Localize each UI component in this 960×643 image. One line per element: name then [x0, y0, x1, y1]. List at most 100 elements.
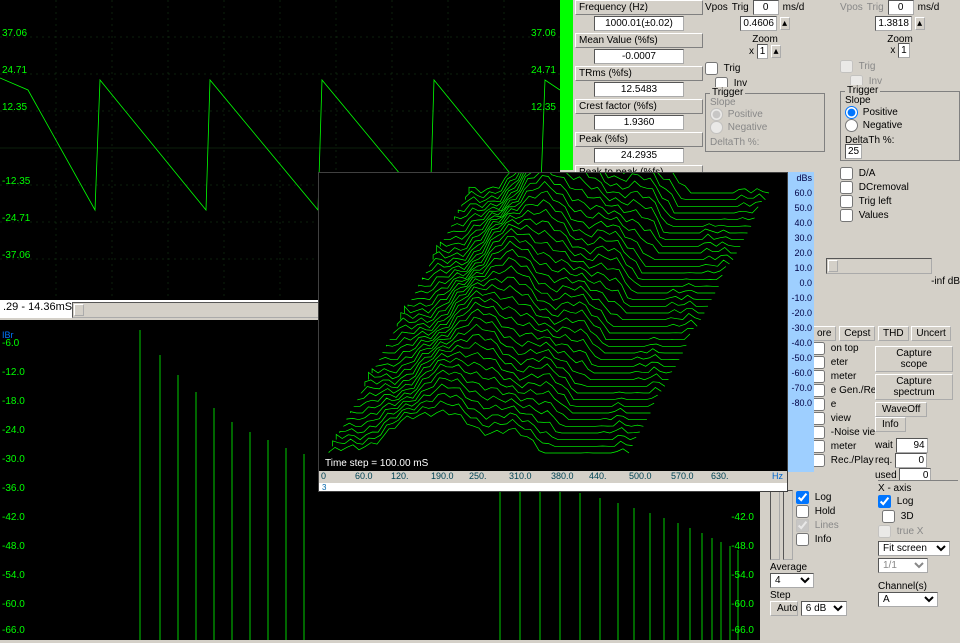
scope-ylabel: -37.06 — [2, 250, 30, 261]
chk-genrec[interactable]: e Gen./Rec — [812, 384, 872, 397]
tab-ore[interactable]: ore — [812, 326, 836, 341]
chk-view[interactable]: view — [812, 412, 872, 425]
chk-log[interactable]: Log — [796, 491, 839, 504]
chk-lines[interactable]: Lines — [796, 519, 839, 532]
ch1-unit: ms/d — [783, 2, 805, 13]
bb-tick: -70.0 — [790, 383, 812, 393]
spec-ylabel: -36.0 — [2, 483, 25, 494]
spec-ylabel: -12.0 — [2, 367, 25, 378]
waterfall-db-scale: dBs 60.0 50.0 40.0 30.0 20.0 10.0 0.0 -1… — [788, 172, 814, 472]
tabs-panel: ore Cepst on top eter meter e Gen./Rec e… — [812, 326, 872, 486]
chk-trig[interactable]: Trig — [705, 62, 825, 75]
ratio-select[interactable]: 1/1 — [878, 558, 928, 573]
chk-recplay[interactable]: Rec./Play — [812, 454, 872, 467]
capture-spectrum-button[interactable]: Capture spectrum — [875, 374, 953, 400]
bb-tick: -10.0 — [790, 293, 812, 303]
radio-positive[interactable]: Positive — [845, 107, 898, 118]
tab-cepst[interactable]: Cepst — [839, 326, 875, 341]
trigger-legend: Trigger — [845, 85, 880, 96]
channels-select[interactable]: A — [878, 592, 938, 607]
crest-value: 1.9360 — [594, 115, 684, 130]
chk-e[interactable]: e — [812, 398, 872, 411]
chk-3d[interactable]: 3D — [882, 510, 914, 523]
capture-panel: Capture scope Capture spectrum WaveOff I… — [875, 346, 958, 476]
chk-da[interactable]: D/A — [840, 167, 960, 180]
spec-ylabel-r: -48.0 — [731, 541, 754, 552]
spec-ylabel: -42.0 — [2, 512, 25, 523]
scope-ylabel: 37.06 — [2, 28, 27, 39]
trigger-legend: Trigger — [710, 87, 745, 98]
scope-ylabel-r: 37.06 — [531, 28, 556, 39]
bb-tick: -60.0 — [790, 368, 812, 378]
chk-truex[interactable]: true X — [878, 525, 958, 538]
vpos-label: Vpos — [840, 2, 863, 13]
chk-dcremoval[interactable]: DCremoval — [840, 181, 960, 194]
freq-value: 1000.01(±0.02) — [594, 16, 684, 31]
tab-thd[interactable]: THD — [878, 326, 909, 341]
inf-db: -inf dB — [840, 276, 960, 287]
freq-label: Frequency (Hz) — [575, 0, 703, 15]
vpos-label: Vpos — [705, 2, 728, 13]
zoom-value[interactable]: 1 — [757, 44, 769, 59]
avg-label: Average — [770, 562, 807, 573]
chk-info[interactable]: Info — [796, 533, 839, 546]
avg-select[interactable]: 4 — [770, 573, 814, 588]
trms-label: TRms (%fs) — [575, 66, 703, 81]
bb-tick: 0.0 — [790, 278, 812, 288]
step-select[interactable]: 6 dB — [801, 601, 847, 616]
scope-ylabel: -24.71 — [2, 213, 30, 224]
trig-value[interactable]: 0 — [888, 0, 914, 15]
wait-label: wait — [875, 440, 893, 451]
vslider-right[interactable] — [783, 490, 793, 560]
ch1-scale[interactable]: 0.4606 — [740, 16, 777, 31]
trig-value[interactable]: 0 — [753, 0, 779, 15]
spinner-icon[interactable]: ▴ — [780, 17, 790, 30]
chk-xlog[interactable]: Log — [878, 495, 958, 508]
spec-ylabel-r: -42.0 — [731, 512, 754, 523]
radio-negative[interactable]: Negative — [845, 120, 902, 131]
mean-label: Mean Value (%fs) — [575, 33, 703, 48]
chk-eter[interactable]: eter — [812, 356, 872, 369]
waveoff-button[interactable]: WaveOff — [875, 402, 927, 417]
req-input[interactable] — [895, 453, 927, 468]
bb-tick: -40.0 — [790, 338, 812, 348]
info-button[interactable]: Info — [875, 417, 906, 432]
capture-scope-button[interactable]: Capture scope — [875, 346, 953, 372]
spinner-icon[interactable]: ▴ — [915, 17, 925, 30]
fit-select[interactable]: Fit screen — [878, 541, 950, 556]
ch2-scale[interactable]: 1.3818 — [875, 16, 912, 31]
auto-button[interactable]: Auto — [770, 601, 798, 616]
chk-meter[interactable]: meter — [812, 370, 872, 383]
channel-b-indicator: IBr — [2, 330, 14, 340]
chk-values[interactable]: Values — [840, 209, 960, 222]
scope-ylabel-r: 12.35 — [531, 102, 556, 113]
channels-title: Channel(s) — [878, 581, 958, 592]
slope-label: Slope — [710, 97, 820, 108]
waterfall-window[interactable]: Time step = 100.00 mS 0 60.0 120. 190.0 … — [318, 172, 788, 492]
scope-ylabel: 24.71 — [2, 65, 27, 76]
wait-input[interactable] — [896, 438, 928, 453]
spec-ylabel-r: -60.0 — [731, 599, 754, 610]
delta-value[interactable]: 25 — [845, 144, 862, 159]
ch2-hscrollbar[interactable] — [826, 258, 932, 274]
chk-hold[interactable]: Hold — [796, 505, 839, 518]
spinner-icon[interactable]: ▴ — [771, 45, 781, 58]
mean-value: -0.0007 — [594, 49, 684, 64]
radio-negative[interactable]: Negative — [710, 122, 767, 133]
chk-trigleft[interactable]: Trig left — [840, 195, 960, 208]
vslider-left[interactable] — [770, 490, 780, 560]
waterfall-footer: 3 — [319, 483, 787, 491]
spec-ylabel: -18.0 — [2, 396, 25, 407]
tab-uncert[interactable]: Uncert — [911, 326, 950, 341]
scope-hscrollbar[interactable] — [72, 302, 320, 318]
chk-ontop[interactable]: on top — [812, 342, 872, 355]
trms-value: 12.5483 — [594, 82, 684, 97]
bb-tick: 50.0 — [790, 203, 812, 213]
chk-meter2[interactable]: meter — [812, 440, 872, 453]
bb-tick: 10.0 — [790, 263, 812, 273]
chk-noiseview[interactable]: -Noise view — [812, 426, 872, 439]
radio-positive[interactable]: Positive — [710, 109, 763, 120]
chk-trig[interactable]: Trig — [840, 60, 960, 73]
bb-tick: 20.0 — [790, 248, 812, 258]
zoom-value[interactable]: 1 — [898, 43, 910, 58]
